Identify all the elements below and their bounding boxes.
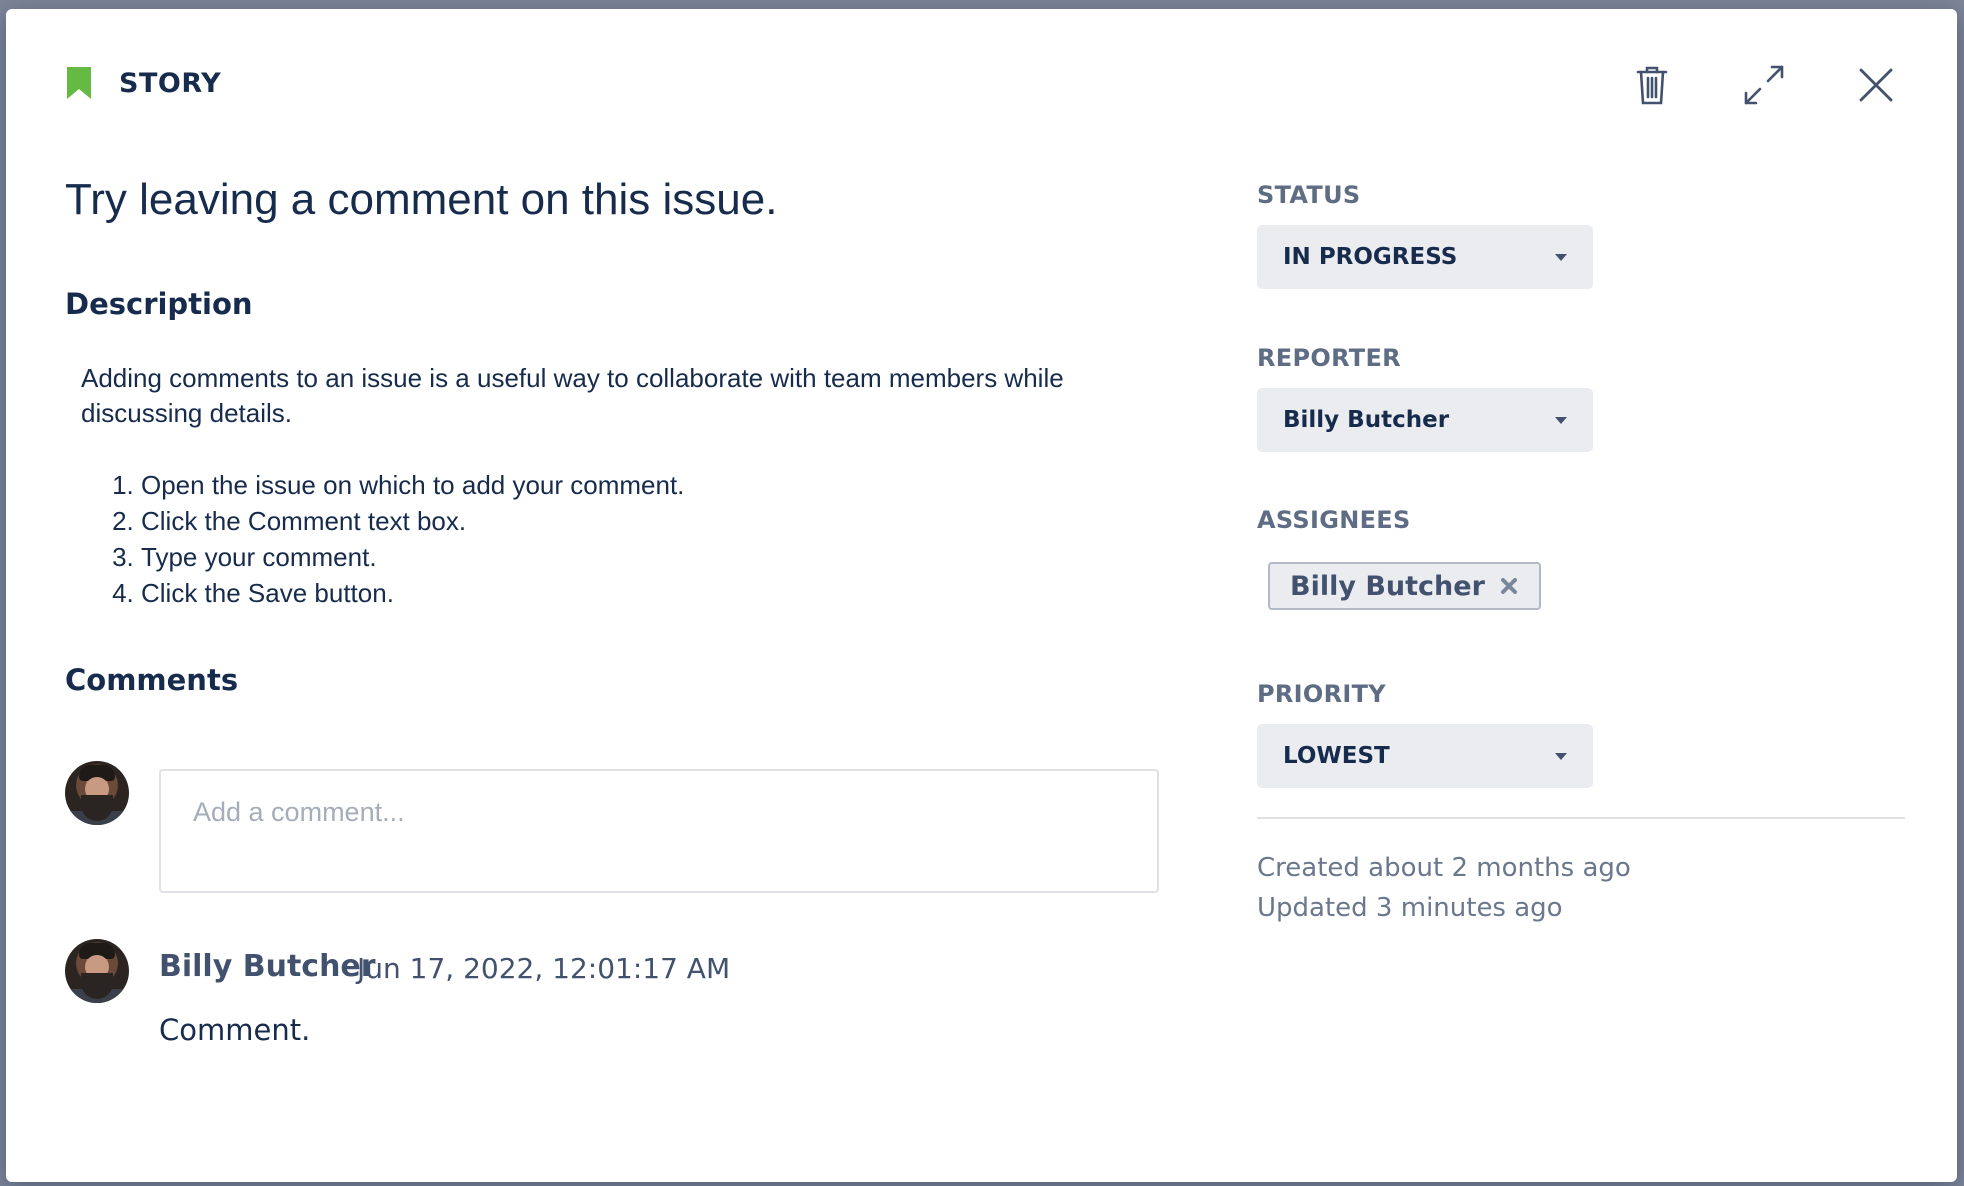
chevron-down-icon xyxy=(1555,416,1567,424)
issue-title[interactable]: Try leaving a comment on this issue. xyxy=(65,175,777,225)
reporter-value: Billy Butcher xyxy=(1283,407,1450,433)
avatar xyxy=(65,939,129,1003)
status-value: IN PROGRESS xyxy=(1283,244,1458,270)
created-timestamp: Created about 2 months ago xyxy=(1257,853,1631,883)
priority-label: PRIORITY xyxy=(1257,680,1386,708)
divider xyxy=(1257,817,1905,819)
expand-icon xyxy=(1744,65,1784,105)
step-item: Click the Save button. xyxy=(141,575,1161,611)
priority-value: LOWEST xyxy=(1283,743,1390,769)
issue-type-label: STORY xyxy=(119,67,222,99)
reporter-select[interactable]: Billy Butcher xyxy=(1257,388,1593,452)
description-body[interactable]: Adding comments to an issue is a useful … xyxy=(81,361,1161,611)
assignees-label: ASSIGNEES xyxy=(1257,506,1411,534)
status-select[interactable]: IN PROGRESS xyxy=(1257,225,1593,289)
comment-author: Billy Butcher xyxy=(159,949,376,984)
comments-heading: Comments xyxy=(65,663,239,697)
remove-assignee-icon[interactable] xyxy=(1499,576,1519,596)
avatar xyxy=(65,761,129,825)
comment-input[interactable] xyxy=(159,769,1159,893)
bookmark-icon xyxy=(67,67,91,99)
step-item: Open the issue on which to add your comm… xyxy=(141,467,1161,503)
status-label: STATUS xyxy=(1257,181,1361,209)
chevron-down-icon xyxy=(1555,752,1567,760)
comment-textarea[interactable] xyxy=(161,771,1157,891)
priority-select[interactable]: LOWEST xyxy=(1257,724,1593,788)
issue-details-modal: STORY Try leaving a comment on this issu… xyxy=(6,9,1957,1182)
close-icon xyxy=(1859,68,1893,102)
close-button[interactable] xyxy=(1846,55,1906,115)
assignee-name: Billy Butcher xyxy=(1290,570,1485,602)
description-text: Adding comments to an issue is a useful … xyxy=(81,363,1064,428)
reporter-label: REPORTER xyxy=(1257,344,1401,372)
description-heading: Description xyxy=(65,287,253,321)
step-item: Click the Comment text box. xyxy=(141,503,1161,539)
comment-date: Jun 17, 2022, 12:01:17 AM xyxy=(357,952,731,985)
chevron-down-icon xyxy=(1555,253,1567,261)
step-item: Type your comment. xyxy=(141,539,1161,575)
updated-timestamp: Updated 3 minutes ago xyxy=(1257,893,1563,923)
delete-button[interactable] xyxy=(1622,55,1682,115)
expand-button[interactable] xyxy=(1734,55,1794,115)
description-steps: Open the issue on which to add your comm… xyxy=(81,467,1161,611)
comment-body: Comment. xyxy=(159,1013,311,1047)
assignee-chip[interactable]: Billy Butcher xyxy=(1268,562,1541,610)
issue-type[interactable]: STORY xyxy=(65,65,221,101)
trash-icon xyxy=(1636,66,1668,105)
